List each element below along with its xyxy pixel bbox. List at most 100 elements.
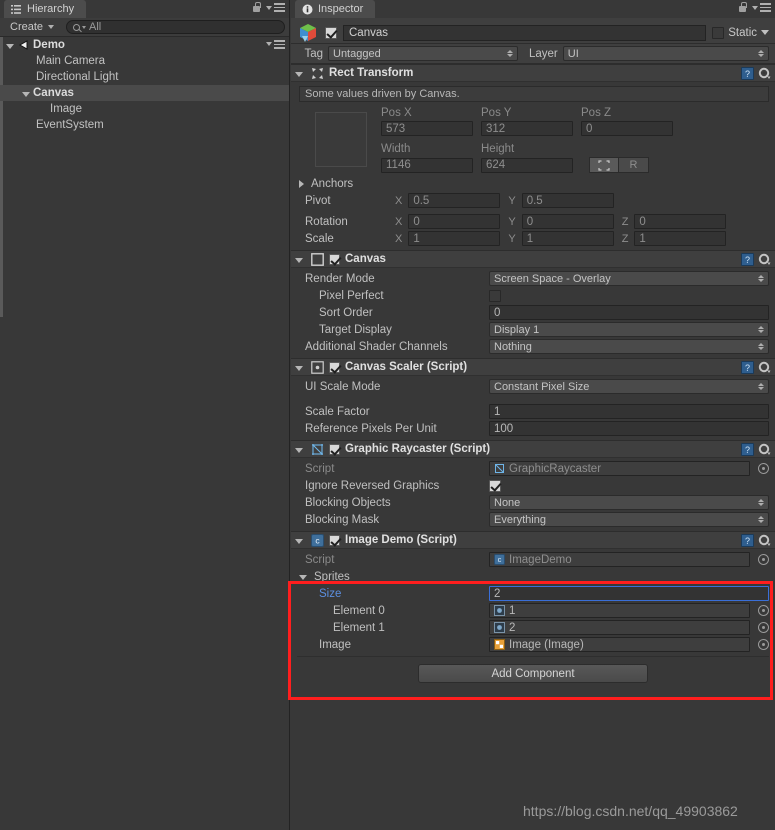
foldout-arrow-icon[interactable]: [299, 575, 307, 580]
render-mode-row: Render Mode Screen Space - Overlay: [291, 270, 775, 287]
pos-y-input[interactable]: 312: [481, 121, 573, 136]
image-objectfield[interactable]: Image (Image): [489, 637, 750, 652]
foldout-arrow-icon[interactable]: [295, 365, 303, 371]
pos-x-input[interactable]: 573: [381, 121, 473, 136]
rot-x-input[interactable]: 0: [408, 214, 501, 229]
gear-icon[interactable]: [758, 361, 771, 374]
element-1-objectfield[interactable]: 2: [489, 620, 750, 635]
component-header-image-demo[interactable]: c Image Demo (Script) ?: [291, 531, 775, 549]
panel-menu-icon[interactable]: [266, 3, 285, 12]
scale-y-input[interactable]: 1: [521, 231, 614, 246]
blocking-objects-dropdown[interactable]: None: [489, 495, 769, 510]
tag-dropdown[interactable]: Untagged: [328, 46, 518, 61]
anchor-preset-box[interactable]: [305, 105, 377, 173]
help-icon[interactable]: ?: [741, 443, 754, 456]
object-picker-icon[interactable]: [758, 605, 769, 616]
imagedemo-script-row: Script c ImageDemo: [291, 551, 775, 568]
image-demo-enabled-checkbox[interactable]: [329, 534, 340, 546]
object-picker-icon[interactable]: [758, 622, 769, 633]
ui-scale-mode-dropdown[interactable]: Constant Pixel Size: [489, 379, 769, 394]
script-objectfield[interactable]: c ImageDemo: [489, 552, 750, 567]
component-header-canvas-scaler[interactable]: Canvas Scaler (Script) ?: [291, 358, 775, 376]
foldout-arrow-icon[interactable]: [295, 257, 303, 263]
hierarchy-item-demo[interactable]: Demo: [0, 37, 289, 53]
tab-hierarchy[interactable]: Hierarchy: [4, 0, 87, 18]
blocking-mask-dropdown[interactable]: Everything: [489, 512, 769, 527]
component-header-rect-transform[interactable]: Rect Transform ?: [291, 64, 775, 82]
static-checkbox[interactable]: [712, 26, 725, 39]
scale-z-input[interactable]: 1: [634, 231, 727, 246]
gear-icon[interactable]: [758, 443, 771, 456]
target-display-dropdown[interactable]: Display 1: [489, 322, 769, 337]
pos-z-input[interactable]: 0: [581, 121, 673, 136]
hierarchy-item-canvas[interactable]: Canvas: [0, 85, 289, 101]
gear-icon[interactable]: [758, 67, 771, 80]
render-mode-dropdown[interactable]: Screen Space - Overlay: [489, 271, 769, 286]
static-dropdown-chevron-icon[interactable]: [761, 30, 769, 35]
foldout-arrow-icon[interactable]: [295, 538, 303, 544]
hierarchy-item-image[interactable]: Image: [0, 101, 289, 117]
blueprint-raw-toggles[interactable]: R: [589, 157, 649, 173]
rot-y-input[interactable]: 0: [521, 214, 614, 229]
scale-factor-input[interactable]: 1: [489, 404, 769, 419]
canvas-scaler-enabled-checkbox[interactable]: [329, 361, 340, 373]
unity-editor-window: Hierarchy Create All Demo Main Camera Di…: [0, 0, 775, 830]
hierarchy-item-main-camera[interactable]: Main Camera: [0, 53, 289, 69]
canvas-enabled-checkbox[interactable]: [329, 253, 340, 265]
help-icon[interactable]: ?: [741, 253, 754, 266]
reference-pixels-per-unit-input[interactable]: 100: [489, 421, 769, 436]
hierarchy-item-directional-light[interactable]: Directional Light: [0, 69, 289, 85]
foldout-arrow-icon[interactable]: [299, 179, 304, 188]
lock-icon[interactable]: [738, 2, 747, 13]
foldout-arrow-icon[interactable]: [295, 447, 303, 453]
raw-mode-toggle[interactable]: R: [619, 157, 649, 173]
gear-icon[interactable]: [758, 534, 771, 547]
rot-z-input[interactable]: 0: [634, 214, 727, 229]
tag-label: Tag: [304, 47, 323, 60]
scale-factor-label: Scale Factor: [305, 405, 370, 418]
object-picker-icon[interactable]: [758, 554, 769, 565]
help-icon[interactable]: ?: [741, 534, 754, 547]
panel-menu-icon[interactable]: [752, 3, 771, 12]
sprites-size-input[interactable]: 2: [489, 586, 769, 601]
static-toggle[interactable]: Static: [712, 26, 769, 39]
tab-inspector[interactable]: Inspector: [295, 0, 376, 18]
width-input[interactable]: 1146: [381, 157, 473, 173]
canvas-icon: [311, 252, 324, 266]
height-input[interactable]: 624: [481, 157, 573, 173]
foldout-arrow-icon[interactable]: [22, 91, 30, 97]
pivot-y-input[interactable]: 0.5: [521, 193, 614, 208]
hierarchy-search-input[interactable]: All: [66, 20, 285, 34]
scene-row-menu-icon[interactable]: [266, 40, 285, 49]
object-picker-icon[interactable]: [758, 463, 769, 474]
gameobject-enabled-checkbox[interactable]: [325, 26, 337, 39]
anchors-foldout[interactable]: Anchors: [291, 175, 775, 192]
create-button[interactable]: Create: [4, 20, 60, 34]
add-component-button[interactable]: Add Component: [418, 664, 648, 683]
object-picker-icon[interactable]: [758, 639, 769, 650]
layer-dropdown[interactable]: UI: [562, 46, 769, 61]
gameobject-name-input[interactable]: Canvas: [343, 24, 707, 41]
blueprint-mode-toggle[interactable]: [589, 157, 619, 173]
component-header-graphic-raycaster[interactable]: Graphic Raycaster (Script) ?: [291, 440, 775, 458]
pivot-x-input[interactable]: 0.5: [408, 193, 501, 208]
render-mode-label: Render Mode: [305, 272, 375, 285]
hierarchy-item-eventsystem[interactable]: EventSystem: [0, 117, 289, 133]
script-objectfield[interactable]: GraphicRaycaster: [489, 461, 750, 476]
pixel-perfect-checkbox[interactable]: [489, 289, 501, 302]
lock-icon[interactable]: [252, 2, 261, 13]
graphic-raycaster-enabled-checkbox[interactable]: [329, 443, 340, 455]
sort-order-input[interactable]: 0: [489, 305, 769, 320]
gear-icon[interactable]: [758, 253, 771, 266]
component-header-canvas[interactable]: Canvas ?: [291, 250, 775, 268]
help-icon[interactable]: ?: [741, 67, 754, 80]
additional-shader-channels-dropdown[interactable]: Nothing: [489, 339, 769, 354]
scale-x-input[interactable]: 1: [408, 231, 501, 246]
foldout-arrow-icon[interactable]: [295, 71, 303, 77]
sprites-foldout[interactable]: Sprites: [291, 568, 775, 585]
foldout-arrow-icon[interactable]: [6, 43, 14, 49]
element-0-objectfield[interactable]: 1: [489, 603, 750, 618]
svg-text:c: c: [498, 555, 502, 564]
help-icon[interactable]: ?: [741, 361, 754, 374]
ignore-reversed-graphics-checkbox[interactable]: [489, 479, 501, 492]
